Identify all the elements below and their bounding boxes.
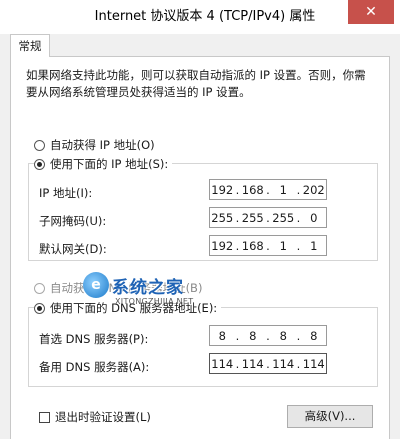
description-text: 如果网络支持此功能，则可以获取自动指派的 IP 设置。否则，你需要从网络系统管理… [26, 68, 366, 99]
manual-ip-radio[interactable]: 使用下面的 IP 地址(S): [34, 156, 173, 172]
octet: 1 [310, 238, 318, 253]
preferred-dns-field[interactable]: 8. 8. 8. 8 [209, 325, 327, 346]
octet: 255 [211, 210, 234, 225]
title-bar: Internet 协议版本 4 (TCP/IPv4) 属性 ✕ [0, 0, 400, 34]
advanced-button[interactable]: 高级(V)... [287, 405, 373, 428]
watermark: e 系统之家 [83, 272, 184, 298]
octet: 168 [241, 238, 264, 253]
window-title: Internet 协议版本 4 (TCP/IPv4) 属性 [94, 9, 316, 24]
octet: 202 [302, 182, 325, 197]
octet: 114 [272, 356, 295, 371]
alternate-dns-label: 备用 DNS 服务器(A): [39, 360, 150, 374]
radio-indicator [34, 139, 45, 151]
watermark-url: XITONGZHIJIA.NET [115, 297, 194, 306]
alternate-dns-field[interactable]: 114. 114. 114. 114 [209, 353, 327, 374]
auto-ip-radio[interactable]: 自动获得 IP 地址(O) [34, 137, 155, 153]
octet: 0 [310, 210, 318, 225]
ip-address-field[interactable]: 192. 168. 1. 202 [209, 179, 327, 200]
octet: 255 [272, 210, 295, 225]
octet: 8 [218, 328, 226, 343]
default-gateway-field[interactable]: 192. 168. 1. 1 [209, 235, 327, 256]
octet: 114 [241, 356, 264, 371]
octet: 8 [279, 328, 287, 343]
octet: 8 [310, 328, 318, 343]
radio-indicator [34, 282, 45, 294]
octet: 8 [249, 328, 257, 343]
close-button[interactable]: ✕ [348, 0, 394, 24]
octet: 168 [241, 182, 264, 197]
preferred-dns-label: 首选 DNS 服务器(P): [39, 332, 149, 346]
auto-ip-label: 自动获得 IP 地址(O) [50, 138, 155, 152]
ip-address-label: IP 地址(I): [39, 186, 93, 200]
validate-on-exit-label: 退出时验证设置(L) [55, 410, 151, 424]
general-panel: 如果网络支持此功能，则可以获取自动指派的 IP 设置。否则，你需要从网络系统管理… [10, 56, 390, 439]
watermark-logo: e [83, 272, 109, 298]
radio-indicator [34, 302, 45, 314]
watermark-text: 系统之家 [112, 277, 184, 298]
tab-general[interactable]: 常规 [10, 34, 50, 57]
octet: 1 [279, 238, 287, 253]
octet: 255 [241, 210, 264, 225]
octet: 192 [211, 182, 234, 197]
checkbox-indicator [39, 411, 50, 423]
manual-ip-label: 使用下面的 IP 地址(S): [50, 157, 169, 171]
octet: 114 [302, 356, 325, 371]
subnet-mask-label: 子网掩码(U): [39, 214, 107, 228]
radio-indicator [34, 158, 45, 170]
subnet-mask-field[interactable]: 255. 255. 255. 0 [209, 207, 327, 228]
octet: 1 [279, 182, 287, 197]
validate-on-exit-checkbox[interactable]: 退出时验证设置(L) [39, 409, 151, 425]
octet: 114 [211, 356, 234, 371]
octet: 192 [211, 238, 234, 253]
default-gateway-label: 默认网关(D): [39, 242, 107, 256]
dns-manual-group [28, 307, 378, 387]
